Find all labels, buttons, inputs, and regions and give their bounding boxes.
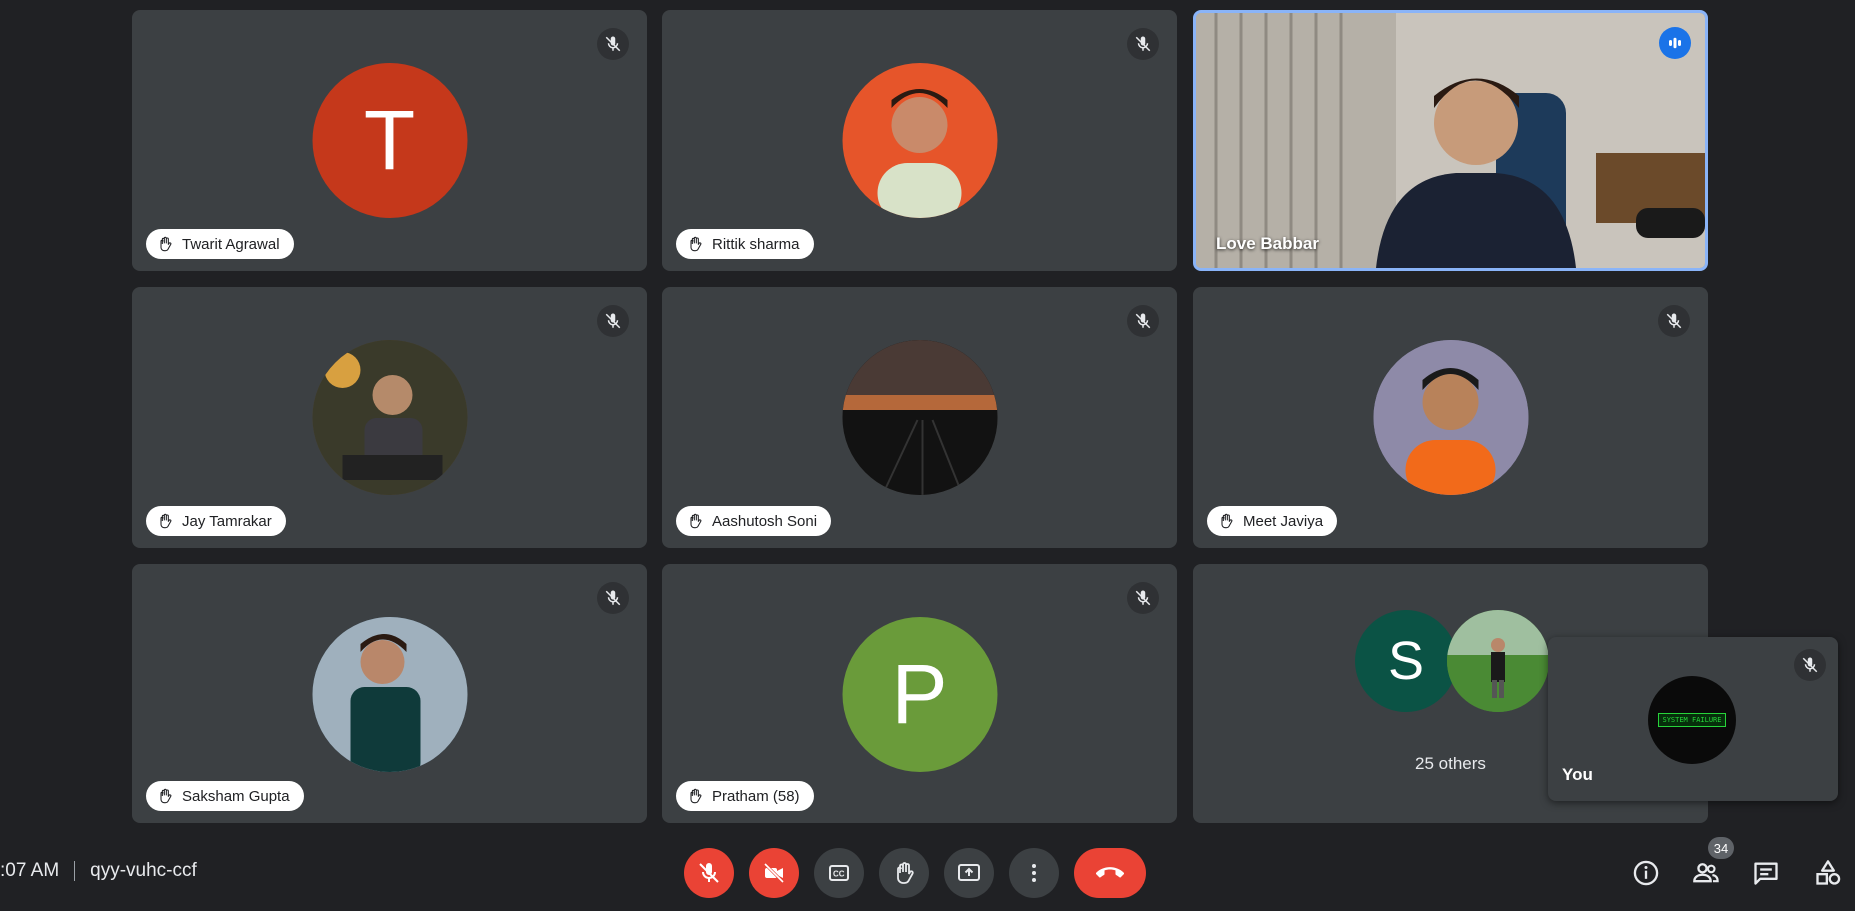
avatar-initial: T	[312, 63, 467, 218]
raised-hand-icon	[686, 787, 704, 805]
avatar-photo	[842, 340, 997, 495]
mic-off-icon	[1127, 28, 1159, 60]
raised-hand-icon	[686, 512, 704, 530]
participant-name-pill: Meet Javiya	[1207, 506, 1338, 536]
closed-captions-icon: CC	[829, 865, 849, 881]
raised-hand-icon	[156, 235, 174, 253]
meeting-code: qyy-vuhc-ccf	[90, 860, 197, 881]
participant-name-pill: Aashutosh Soni	[676, 506, 832, 536]
participant-name-pill: Pratham (58)	[676, 781, 814, 811]
mic-off-icon	[597, 28, 629, 60]
person-silhouette-icon	[1447, 610, 1549, 712]
mic-off-icon	[1794, 649, 1826, 681]
hang-up-icon	[1096, 867, 1124, 878]
svg-text:CC: CC	[833, 870, 845, 879]
avatar-letter: P	[891, 647, 948, 741]
more-options-button[interactable]	[1009, 848, 1059, 898]
camera-off-icon	[763, 862, 785, 884]
divider	[74, 861, 76, 881]
avatar-photo	[312, 340, 467, 495]
participant-name-pill: Jay Tamrakar	[146, 506, 286, 536]
participant-name: Aashutosh Soni	[712, 512, 818, 530]
chat-icon	[1754, 862, 1778, 885]
present-screen-icon	[958, 864, 980, 881]
active-speaker-name: Love Babbar	[1216, 234, 1319, 253]
mic-off-icon	[597, 305, 629, 337]
self-avatar-text: SYSTEM FAILURE	[1662, 716, 1722, 724]
video-feed	[1196, 13, 1705, 268]
people-count-badge: 34	[1708, 837, 1734, 859]
participant-name-pill: Twarit Agrawal	[146, 229, 294, 259]
microphone-toggle-button[interactable]	[684, 848, 734, 898]
person-silhouette-icon	[877, 89, 961, 218]
participant-tile-saksham[interactable]: Saksham Gupta	[132, 564, 647, 823]
participant-tile-meet[interactable]: Meet Javiya	[1193, 287, 1708, 548]
people-button[interactable]: 34	[1686, 837, 1734, 893]
people-count: 34	[1713, 840, 1729, 856]
people-icon	[1693, 863, 1719, 883]
activities-button[interactable]	[1808, 853, 1848, 893]
activities-shapes-icon	[1816, 860, 1841, 885]
participant-tile-rittik[interactable]: Rittik sharma	[662, 10, 1177, 271]
participant-tile-twarit[interactable]: T Twarit Agrawal	[132, 10, 647, 271]
participant-name-pill: Rittik sharma	[676, 229, 814, 259]
info-icon	[1633, 860, 1659, 886]
participant-name: Rittik sharma	[712, 235, 800, 253]
raised-hand-icon	[1217, 512, 1235, 530]
person-silhouette-icon	[312, 617, 467, 772]
self-label: You	[1562, 765, 1593, 784]
participant-name: Saksham Gupta	[182, 787, 290, 805]
meeting-time: :07 AM	[0, 860, 60, 881]
mic-off-icon	[597, 582, 629, 614]
others-avatar-photo	[1447, 610, 1549, 712]
avatar-photo	[842, 63, 997, 218]
meeting-details-button[interactable]	[1626, 853, 1666, 893]
participant-tile-jay[interactable]: Jay Tamrakar	[132, 287, 647, 548]
system-failure-banner: SYSTEM FAILURE	[1658, 713, 1726, 727]
participant-name: Jay Tamrakar	[182, 512, 272, 530]
others-avatar-letter: S	[1387, 631, 1425, 691]
self-avatar: SYSTEM FAILURE	[1648, 676, 1736, 764]
speaking-indicator-icon	[1659, 27, 1691, 59]
avatar-photo	[312, 617, 467, 772]
avatar-letter: T	[363, 93, 416, 187]
present-screen-button[interactable]	[944, 848, 994, 898]
active-speaker-tile[interactable]: Love Babbar	[1193, 10, 1708, 271]
participant-name: Meet Javiya	[1243, 512, 1324, 530]
captions-button[interactable]: CC	[814, 848, 864, 898]
participant-tile-aashutosh[interactable]: Aashutosh Soni	[662, 287, 1177, 548]
raised-hand-icon	[686, 235, 704, 253]
sunset-image-icon	[842, 340, 997, 495]
participant-tile-pratham[interactable]: P Pratham (58)	[662, 564, 1177, 823]
participant-name: Twarit Agrawal	[182, 235, 280, 253]
chat-button[interactable]	[1746, 853, 1786, 893]
person-silhouette-icon	[1373, 340, 1528, 495]
mic-off-icon	[1658, 305, 1690, 337]
mic-off-icon	[699, 863, 719, 883]
self-view-tile[interactable]: SYSTEM FAILURE You	[1548, 637, 1838, 801]
avatar-initial: P	[842, 617, 997, 772]
raise-hand-button[interactable]	[879, 848, 929, 898]
more-vert-icon	[1032, 864, 1036, 882]
raised-hand-icon	[156, 512, 174, 530]
meeting-info: :07 AM qyy-vuhc-ccf	[0, 860, 197, 882]
mic-off-icon	[1127, 305, 1159, 337]
participant-name-pill: Saksham Gupta	[146, 781, 304, 811]
participant-name: Pratham (58)	[712, 787, 800, 805]
leave-call-button[interactable]	[1074, 848, 1146, 898]
camera-toggle-button[interactable]	[749, 848, 799, 898]
others-avatar-initial: S	[1355, 610, 1457, 712]
raise-hand-icon	[897, 862, 914, 884]
person-silhouette-icon	[312, 340, 467, 495]
raised-hand-icon	[156, 787, 174, 805]
mic-off-icon	[1127, 582, 1159, 614]
avatar-photo	[1373, 340, 1528, 495]
bottom-control-bar: :07 AM qyy-vuhc-ccf CC 34	[0, 831, 1855, 911]
